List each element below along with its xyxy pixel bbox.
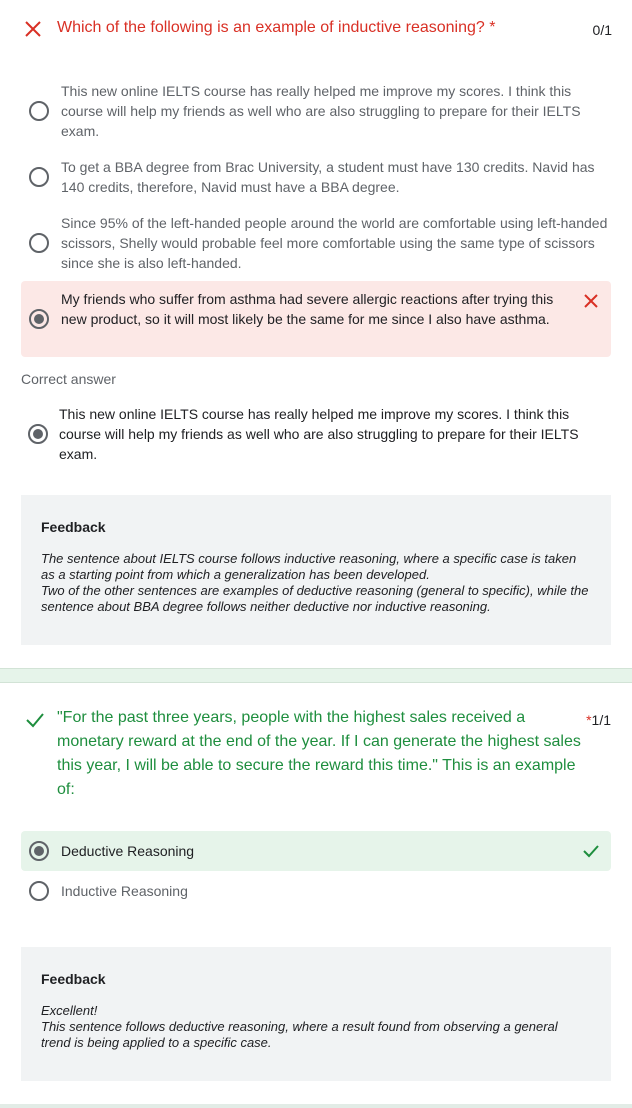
option-label: My friends who suffer from asthma had se… [61,291,554,327]
radio-button[interactable] [29,167,49,187]
feedback-line: This sentence follows deductive reasonin… [41,1019,558,1050]
radio-button[interactable] [29,101,49,121]
question-card-1: Which of the following is an example of … [0,0,632,668]
correct-check-icon [581,841,601,861]
correct-answer-label: Correct answer [21,371,116,387]
card-separator [0,668,632,683]
feedback-line: Two of the other sentences are examples … [41,583,589,614]
correct-check-icon [24,709,46,731]
option-item[interactable]: Inductive Reasoning [21,871,611,911]
card-separator [0,1104,632,1108]
radio-button[interactable] [29,233,49,253]
feedback-title: Feedback [41,971,106,987]
feedback-box: Feedback Excellent! This sentence follow… [21,947,611,1081]
option-item[interactable]: Since 95% of the left-handed people arou… [21,212,611,274]
option-label: Inductive Reasoning [61,883,188,899]
radio-button-selected[interactable] [29,841,49,861]
feedback-line: Excellent! [41,1003,98,1018]
option-item-selected-correct[interactable]: Deductive Reasoning [21,831,611,871]
question-score: 0/1 [592,22,612,38]
correct-answer-option: This new online IELTS course has really … [21,403,611,465]
feedback-box: Feedback The sentence about IELTS course… [21,495,611,645]
correct-answer-text: This new online IELTS course has really … [59,406,579,462]
feedback-text: The sentence about IELTS course follows … [41,551,589,615]
feedback-line: The sentence about IELTS course follows … [41,551,577,582]
radio-button-selected [28,424,48,444]
question-score: *1/1 [586,712,611,728]
incorrect-x-icon [581,291,601,311]
option-label: This new online IELTS course has really … [61,83,581,139]
question-title: Which of the following is an example of … [57,19,496,36]
required-asterisk: * [489,19,496,36]
option-label: To get a BBA degree from Brac University… [61,159,595,195]
question-title: "For the past three years, people with t… [57,709,581,798]
radio-button-selected[interactable] [29,309,49,329]
option-label: Deductive Reasoning [61,843,195,859]
feedback-text: Excellent! This sentence follows deducti… [41,1003,589,1051]
radio-button[interactable] [29,881,49,901]
incorrect-x-icon [22,18,44,40]
feedback-title: Feedback [41,519,106,535]
option-item-selected-incorrect[interactable]: My friends who suffer from asthma had se… [21,281,611,357]
option-item[interactable]: This new online IELTS course has really … [21,80,611,142]
option-item[interactable]: To get a BBA degree from Brac University… [21,156,611,198]
option-label: Since 95% of the left-handed people arou… [61,215,608,271]
question-card-2: "For the past three years, people with t… [0,683,632,1105]
